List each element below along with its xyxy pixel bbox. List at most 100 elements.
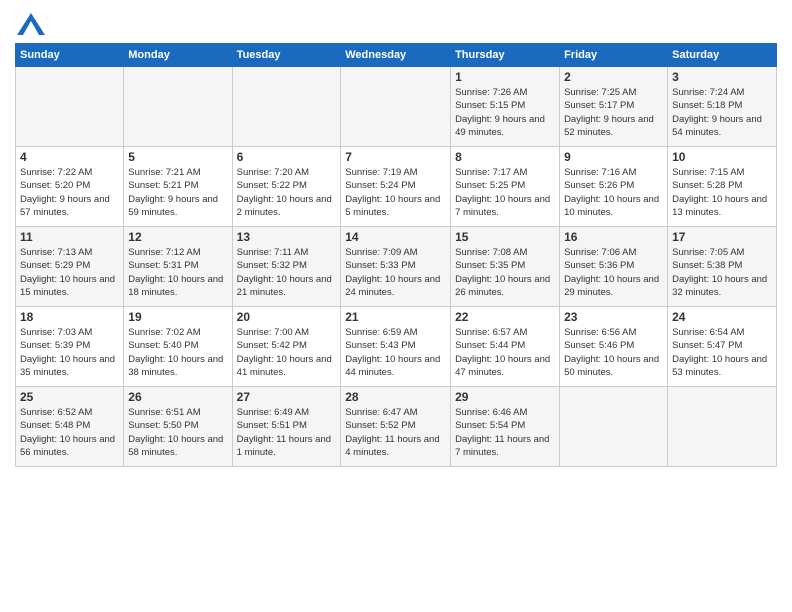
calendar-day-cell: 9 Sunrise: 7:16 AM Sunset: 5:26 PM Daylig… bbox=[560, 147, 668, 227]
day-info: Sunrise: 7:20 AM Sunset: 5:22 PM Dayligh… bbox=[237, 166, 337, 219]
day-number: 3 bbox=[672, 70, 772, 84]
calendar-day-cell bbox=[124, 67, 232, 147]
weekday-header-cell: Thursday bbox=[451, 44, 560, 67]
day-number: 26 bbox=[128, 390, 227, 404]
calendar-body: 1 Sunrise: 7:26 AM Sunset: 5:15 PM Daylig… bbox=[16, 67, 777, 467]
calendar-day-cell: 29 Sunrise: 6:46 AM Sunset: 5:54 PM Dayli… bbox=[451, 387, 560, 467]
calendar-day-cell: 13 Sunrise: 7:11 AM Sunset: 5:32 PM Dayli… bbox=[232, 227, 341, 307]
day-number: 19 bbox=[128, 310, 227, 324]
day-info: Sunrise: 6:46 AM Sunset: 5:54 PM Dayligh… bbox=[455, 406, 555, 459]
day-info: Sunrise: 7:09 AM Sunset: 5:33 PM Dayligh… bbox=[345, 246, 446, 299]
day-info: Sunrise: 7:11 AM Sunset: 5:32 PM Dayligh… bbox=[237, 246, 337, 299]
day-info: Sunrise: 7:06 AM Sunset: 5:36 PM Dayligh… bbox=[564, 246, 663, 299]
day-number: 22 bbox=[455, 310, 555, 324]
day-number: 25 bbox=[20, 390, 119, 404]
calendar-day-cell: 21 Sunrise: 6:59 AM Sunset: 5:43 PM Dayli… bbox=[341, 307, 451, 387]
day-number: 5 bbox=[128, 150, 227, 164]
day-number: 7 bbox=[345, 150, 446, 164]
calendar-day-cell: 18Sunrise: 7:03 AM Sunset: 5:39 PM Dayli… bbox=[16, 307, 124, 387]
calendar-week-row: 4 Sunrise: 7:22 AM Sunset: 5:20 PM Daylig… bbox=[16, 147, 777, 227]
weekday-header-cell: Tuesday bbox=[232, 44, 341, 67]
calendar-day-cell: 23 Sunrise: 6:56 AM Sunset: 5:46 PM Dayli… bbox=[560, 307, 668, 387]
day-number: 23 bbox=[564, 310, 663, 324]
day-info: Sunrise: 6:47 AM Sunset: 5:52 PM Dayligh… bbox=[345, 406, 446, 459]
day-number: 28 bbox=[345, 390, 446, 404]
calendar-day-cell: 28 Sunrise: 6:47 AM Sunset: 5:52 PM Dayli… bbox=[341, 387, 451, 467]
day-info: Sunrise: 6:59 AM Sunset: 5:43 PM Dayligh… bbox=[345, 326, 446, 379]
calendar-day-cell: 3 Sunrise: 7:24 AM Sunset: 5:18 PM Daylig… bbox=[668, 67, 777, 147]
day-info: Sunrise: 7:26 AM Sunset: 5:15 PM Dayligh… bbox=[455, 86, 555, 139]
calendar-day-cell bbox=[341, 67, 451, 147]
day-info: Sunrise: 7:22 AM Sunset: 5:20 PM Dayligh… bbox=[20, 166, 119, 219]
day-info: Sunrise: 7:02 AM Sunset: 5:40 PM Dayligh… bbox=[128, 326, 227, 379]
day-info: Sunrise: 6:56 AM Sunset: 5:46 PM Dayligh… bbox=[564, 326, 663, 379]
weekday-header-cell: Monday bbox=[124, 44, 232, 67]
calendar-table: SundayMondayTuesdayWednesdayThursdayFrid… bbox=[15, 43, 777, 467]
day-info: Sunrise: 7:12 AM Sunset: 5:31 PM Dayligh… bbox=[128, 246, 227, 299]
calendar-day-cell: 12 Sunrise: 7:12 AM Sunset: 5:31 PM Dayli… bbox=[124, 227, 232, 307]
day-info: Sunrise: 7:25 AM Sunset: 5:17 PM Dayligh… bbox=[564, 86, 663, 139]
day-info: Sunrise: 7:16 AM Sunset: 5:26 PM Dayligh… bbox=[564, 166, 663, 219]
day-info: Sunrise: 6:52 AM Sunset: 5:48 PM Dayligh… bbox=[20, 406, 119, 459]
day-info: Sunrise: 7:15 AM Sunset: 5:28 PM Dayligh… bbox=[672, 166, 772, 219]
calendar-day-cell: 27Sunrise: 6:49 AM Sunset: 5:51 PM Dayli… bbox=[232, 387, 341, 467]
calendar-week-row: 18Sunrise: 7:03 AM Sunset: 5:39 PM Dayli… bbox=[16, 307, 777, 387]
day-info: Sunrise: 6:51 AM Sunset: 5:50 PM Dayligh… bbox=[128, 406, 227, 459]
calendar-day-cell: 17 Sunrise: 7:05 AM Sunset: 5:38 PM Dayli… bbox=[668, 227, 777, 307]
calendar-day-cell: 26 Sunrise: 6:51 AM Sunset: 5:50 PM Dayli… bbox=[124, 387, 232, 467]
page-container: SundayMondayTuesdayWednesdayThursdayFrid… bbox=[0, 0, 792, 472]
day-number: 8 bbox=[455, 150, 555, 164]
calendar-day-cell: 2 Sunrise: 7:25 AM Sunset: 5:17 PM Daylig… bbox=[560, 67, 668, 147]
day-number: 27 bbox=[237, 390, 337, 404]
weekday-header-row: SundayMondayTuesdayWednesdayThursdayFrid… bbox=[16, 44, 777, 67]
calendar-day-cell bbox=[16, 67, 124, 147]
day-number: 24 bbox=[672, 310, 772, 324]
day-info: Sunrise: 7:24 AM Sunset: 5:18 PM Dayligh… bbox=[672, 86, 772, 139]
day-info: Sunrise: 7:13 AM Sunset: 5:29 PM Dayligh… bbox=[20, 246, 119, 299]
weekday-header-cell: Wednesday bbox=[341, 44, 451, 67]
calendar-day-cell bbox=[560, 387, 668, 467]
day-number: 6 bbox=[237, 150, 337, 164]
day-number: 16 bbox=[564, 230, 663, 244]
calendar-day-cell bbox=[232, 67, 341, 147]
day-number: 13 bbox=[237, 230, 337, 244]
day-number: 2 bbox=[564, 70, 663, 84]
day-number: 15 bbox=[455, 230, 555, 244]
logo-icon bbox=[17, 13, 45, 35]
day-number: 14 bbox=[345, 230, 446, 244]
calendar-day-cell: 14 Sunrise: 7:09 AM Sunset: 5:33 PM Dayli… bbox=[341, 227, 451, 307]
day-number: 12 bbox=[128, 230, 227, 244]
calendar-day-cell: 5Sunrise: 7:21 AM Sunset: 5:21 PM Daylig… bbox=[124, 147, 232, 227]
day-info: Sunrise: 6:54 AM Sunset: 5:47 PM Dayligh… bbox=[672, 326, 772, 379]
day-number: 1 bbox=[455, 70, 555, 84]
day-number: 21 bbox=[345, 310, 446, 324]
day-number: 18 bbox=[20, 310, 119, 324]
calendar-day-cell: 10 Sunrise: 7:15 AM Sunset: 5:28 PM Dayli… bbox=[668, 147, 777, 227]
day-info: Sunrise: 6:57 AM Sunset: 5:44 PM Dayligh… bbox=[455, 326, 555, 379]
day-info: Sunrise: 7:05 AM Sunset: 5:38 PM Dayligh… bbox=[672, 246, 772, 299]
calendar-day-cell bbox=[668, 387, 777, 467]
day-info: Sunrise: 7:17 AM Sunset: 5:25 PM Dayligh… bbox=[455, 166, 555, 219]
header bbox=[15, 10, 777, 35]
logo bbox=[15, 15, 45, 35]
day-number: 29 bbox=[455, 390, 555, 404]
calendar-day-cell: 7Sunrise: 7:19 AM Sunset: 5:24 PM Daylig… bbox=[341, 147, 451, 227]
weekday-header-cell: Saturday bbox=[668, 44, 777, 67]
calendar-day-cell: 16 Sunrise: 7:06 AM Sunset: 5:36 PM Dayli… bbox=[560, 227, 668, 307]
day-number: 4 bbox=[20, 150, 119, 164]
day-info: Sunrise: 7:00 AM Sunset: 5:42 PM Dayligh… bbox=[237, 326, 337, 379]
calendar-day-cell: 20Sunrise: 7:00 AM Sunset: 5:42 PM Dayli… bbox=[232, 307, 341, 387]
day-number: 9 bbox=[564, 150, 663, 164]
calendar-week-row: 1 Sunrise: 7:26 AM Sunset: 5:15 PM Daylig… bbox=[16, 67, 777, 147]
calendar-day-cell: 24 Sunrise: 6:54 AM Sunset: 5:47 PM Dayli… bbox=[668, 307, 777, 387]
weekday-header-cell: Sunday bbox=[16, 44, 124, 67]
calendar-day-cell: 25 Sunrise: 6:52 AM Sunset: 5:48 PM Dayli… bbox=[16, 387, 124, 467]
calendar-day-cell: 19 Sunrise: 7:02 AM Sunset: 5:40 PM Dayli… bbox=[124, 307, 232, 387]
calendar-day-cell: 11Sunrise: 7:13 AM Sunset: 5:29 PM Dayli… bbox=[16, 227, 124, 307]
calendar-day-cell: 4 Sunrise: 7:22 AM Sunset: 5:20 PM Daylig… bbox=[16, 147, 124, 227]
day-info: Sunrise: 7:08 AM Sunset: 5:35 PM Dayligh… bbox=[455, 246, 555, 299]
calendar-day-cell: 22 Sunrise: 6:57 AM Sunset: 5:44 PM Dayli… bbox=[451, 307, 560, 387]
calendar-day-cell: 15 Sunrise: 7:08 AM Sunset: 5:35 PM Dayli… bbox=[451, 227, 560, 307]
day-number: 10 bbox=[672, 150, 772, 164]
day-number: 17 bbox=[672, 230, 772, 244]
